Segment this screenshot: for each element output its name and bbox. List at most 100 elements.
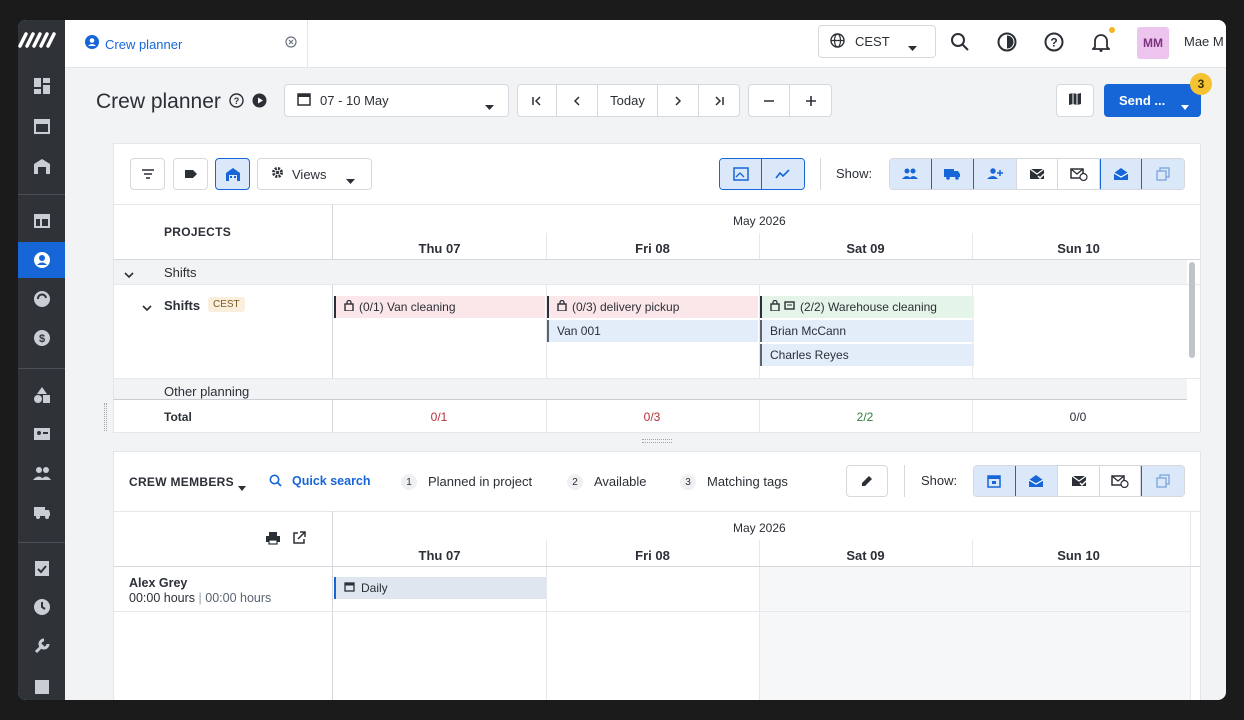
comment-icon <box>784 300 795 314</box>
caret-down-icon <box>485 98 494 113</box>
chevron-down-icon[interactable] <box>142 299 152 317</box>
truck-icon[interactable] <box>18 494 65 530</box>
tab-label: Crew planner <box>105 36 183 52</box>
legend-badge-2: 2 <box>567 474 583 490</box>
crew-planner-icon[interactable] <box>18 242 65 278</box>
table-icon[interactable] <box>18 203 65 239</box>
next-icon[interactable] <box>658 85 699 116</box>
close-tab-icon[interactable] <box>285 35 297 53</box>
event-charles-reyes[interactable]: Charles Reyes <box>760 344 974 366</box>
prev-icon[interactable] <box>557 85 598 116</box>
zoom-in-icon[interactable] <box>790 85 831 116</box>
event-van-001[interactable]: Van 001 <box>547 320 758 342</box>
filter-icon[interactable] <box>130 158 165 190</box>
legend-available: Available <box>594 474 647 489</box>
total-sun: 0/0 <box>1069 410 1087 424</box>
quick-search-link[interactable]: Quick search <box>292 474 371 488</box>
side-resize-handle[interactable] <box>104 403 107 431</box>
trend-view-icon[interactable] <box>762 159 804 189</box>
timezone-value: CEST <box>855 34 890 49</box>
mail-open-icon[interactable] <box>1100 159 1143 189</box>
event-warehouse-cleaning[interactable]: (2/2) Warehouse cleaning <box>760 296 974 318</box>
mail-check-icon[interactable] <box>1017 159 1059 189</box>
user-name[interactable]: Mae M <box>1184 34 1224 49</box>
vertical-scrollbar[interactable] <box>1189 262 1195 358</box>
calendar-toggle-icon[interactable] <box>974 466 1016 496</box>
last-page-icon[interactable] <box>699 85 739 116</box>
warehouse-filter-icon[interactable] <box>215 158 250 190</box>
wrench-icon[interactable] <box>18 628 65 664</box>
copy-icon[interactable] <box>1141 466 1184 496</box>
event-van-cleaning[interactable]: (0/1) Van cleaning <box>334 296 545 318</box>
sync-icon[interactable] <box>18 281 65 317</box>
views-dropdown[interactable]: Views <box>257 158 372 190</box>
mail-check-icon[interactable] <box>1058 466 1100 496</box>
panel-resize-handle[interactable] <box>642 439 672 443</box>
map-button[interactable] <box>1056 84 1094 117</box>
mail-open-icon[interactable] <box>1015 466 1059 496</box>
copy-icon[interactable] <box>1142 159 1184 189</box>
avatar[interactable]: MM <box>1137 27 1169 59</box>
calendar-icon[interactable] <box>18 108 65 144</box>
day-header-fri: Fri 08 <box>635 548 670 563</box>
crew-members-header[interactable]: CREW MEMBERS <box>129 475 234 489</box>
total-thu: 0/1 <box>430 410 448 424</box>
print-icon[interactable] <box>265 531 281 550</box>
finance-icon[interactable]: $ <box>18 320 65 356</box>
edit-icon[interactable] <box>846 465 888 497</box>
member-hours: 00:00 hours | 00:00 hours <box>129 591 271 605</box>
truck-toggle-icon[interactable] <box>931 159 974 189</box>
caret-down-icon[interactable] <box>238 478 246 496</box>
add-person-toggle-icon[interactable] <box>973 159 1017 189</box>
first-page-icon[interactable] <box>518 85 557 116</box>
crew-show-toggles <box>973 465 1185 497</box>
theme-toggle-icon[interactable] <box>997 32 1017 57</box>
event-delivery-pickup[interactable]: (0/3) delivery pickup <box>547 296 758 318</box>
contact-card-icon[interactable] <box>18 416 65 452</box>
people-toggle-icon[interactable] <box>890 159 932 189</box>
bell-icon[interactable] <box>1090 32 1112 57</box>
help-circle-icon[interactable]: ? <box>229 93 244 113</box>
group-row-shifts[interactable] <box>114 260 1187 284</box>
clock-icon[interactable] <box>18 589 65 625</box>
legend-badge-3: 3 <box>680 474 696 490</box>
warehouse-icon[interactable] <box>18 148 65 184</box>
hours-planned: 00:00 hours <box>129 591 196 605</box>
clipboard-check-icon[interactable] <box>18 550 65 586</box>
date-range-picker[interactable]: 07 - 10 May <box>284 84 509 117</box>
external-link-icon[interactable] <box>292 531 306 550</box>
play-circle-icon[interactable] <box>252 93 267 113</box>
zoom-out-icon[interactable] <box>749 85 791 116</box>
event-label: Brian McCann <box>770 324 847 338</box>
event-daily[interactable]: Daily <box>334 577 546 599</box>
today-button[interactable]: Today <box>598 85 658 116</box>
views-label: Views <box>292 166 327 182</box>
caret-down-icon <box>1181 98 1189 113</box>
day-header-sat: Sat 09 <box>846 241 885 256</box>
app-logo[interactable] <box>18 28 65 52</box>
zoom-controls <box>748 84 832 117</box>
subgroup-row-label: Shifts <box>164 298 201 313</box>
image-view-icon[interactable] <box>720 159 763 189</box>
dashboard-icon[interactable] <box>18 68 65 104</box>
building-icon[interactable] <box>18 667 65 700</box>
help-icon[interactable]: ? <box>1044 32 1064 57</box>
lock-icon <box>344 299 354 314</box>
svg-text:$: $ <box>38 333 44 345</box>
send-button[interactable]: Send ... <box>1104 84 1201 117</box>
mail-clock-icon[interactable] <box>1058 159 1101 189</box>
map-icon <box>1068 92 1082 109</box>
tab-crew-planner[interactable]: Crew planner <box>73 20 308 68</box>
legend-matching-tags: Matching tags <box>707 474 788 489</box>
chevron-down-icon[interactable] <box>124 266 134 284</box>
search-icon[interactable] <box>950 32 970 57</box>
people-icon[interactable] <box>18 455 65 491</box>
member-name[interactable]: Alex Grey <box>129 576 187 590</box>
tag-icon[interactable] <box>173 158 208 190</box>
day-header-thu: Thu 07 <box>418 241 461 256</box>
shapes-icon[interactable] <box>18 377 65 413</box>
event-brian-mccann[interactable]: Brian McCann <box>760 320 974 342</box>
mail-clock-icon[interactable] <box>1100 466 1142 496</box>
timezone-select[interactable]: CEST <box>818 25 936 58</box>
other-planning-row[interactable] <box>114 379 1187 399</box>
